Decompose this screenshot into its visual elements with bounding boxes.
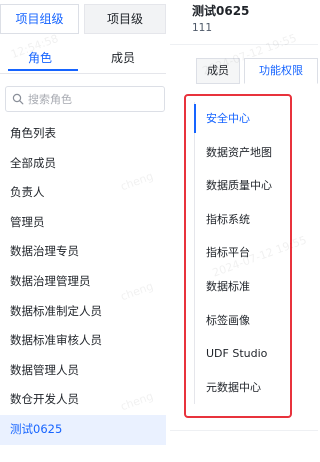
role-item[interactable]: 数据标准审核人员 bbox=[0, 326, 166, 356]
menu-item[interactable]: 数据资产地图 bbox=[194, 136, 290, 170]
role-title: 测试0625 bbox=[192, 4, 250, 18]
menu-item[interactable]: 数据标准 bbox=[194, 270, 290, 304]
menu-item[interactable]: 元数据中心 bbox=[194, 371, 290, 405]
tab-members[interactable]: 成员 bbox=[80, 42, 166, 74]
menu-item[interactable]: 指标平台 bbox=[194, 236, 290, 270]
menu-item-active[interactable]: 安全中心 bbox=[194, 102, 290, 136]
role-item[interactable]: 管理员 bbox=[0, 208, 166, 238]
role-item-selected[interactable]: 测试0625 bbox=[0, 414, 166, 445]
role-item[interactable]: 负责人 bbox=[0, 178, 166, 208]
role-description: 111 bbox=[192, 22, 213, 34]
role-item[interactable]: 数据治理专员 bbox=[0, 237, 166, 267]
role-search-input[interactable] bbox=[28, 89, 160, 109]
level-tabs: 项目组级 项目级 bbox=[0, 4, 166, 34]
role-item[interactable]: 数据标准制定人员 bbox=[0, 297, 166, 327]
role-item[interactable]: 数据管理人员 bbox=[0, 356, 166, 386]
active-tab-indicator bbox=[8, 69, 78, 71]
divider bbox=[170, 430, 318, 431]
tab-project-level[interactable]: 项目级 bbox=[84, 4, 166, 34]
tab-members-detail[interactable]: 成员 bbox=[196, 58, 240, 84]
menu-item[interactable]: 指标系统 bbox=[194, 203, 290, 237]
detail-tabs: 成员 功能权限 bbox=[196, 58, 318, 84]
role-item[interactable]: 数据治理管理员 bbox=[0, 267, 166, 297]
role-item[interactable]: 角色列表 bbox=[0, 119, 166, 149]
menu-item[interactable]: 数据质量中心 bbox=[194, 169, 290, 203]
role-panel: 项目组级 项目级 角色 成员 角色列表 全部成员 负责人 管理员 数据治理专员 … bbox=[0, 0, 170, 462]
role-list: 角色列表 全部成员 负责人 管理员 数据治理专员 数据治理管理员 数据标准制定人… bbox=[0, 119, 166, 445]
menu-item[interactable]: UDF Studio bbox=[194, 337, 290, 371]
function-module-menu: 安全中心 数据资产地图 数据质量中心 指标系统 指标平台 数据标准 标签画像 U… bbox=[184, 94, 292, 418]
search-icon bbox=[12, 93, 24, 105]
role-item[interactable]: 全部成员 bbox=[0, 149, 166, 179]
role-item[interactable]: 数仓开发人员 bbox=[0, 385, 166, 415]
role-detail-panel: 测试0625 111 成员 功能权限 安全中心 数据资产地图 数据质量中心 指标… bbox=[170, 0, 318, 462]
menu-item[interactable]: 标签画像 bbox=[194, 304, 290, 338]
tab-project-group-level[interactable]: 项目组级 bbox=[0, 4, 79, 34]
permission-settings-window: 项目组级 项目级 角色 成员 角色列表 全部成员 负责人 管理员 数据治理专员 … bbox=[0, 0, 318, 462]
role-search-box bbox=[5, 86, 165, 112]
divider bbox=[170, 44, 318, 45]
tab-function-permissions[interactable]: 功能权限 bbox=[244, 58, 318, 84]
